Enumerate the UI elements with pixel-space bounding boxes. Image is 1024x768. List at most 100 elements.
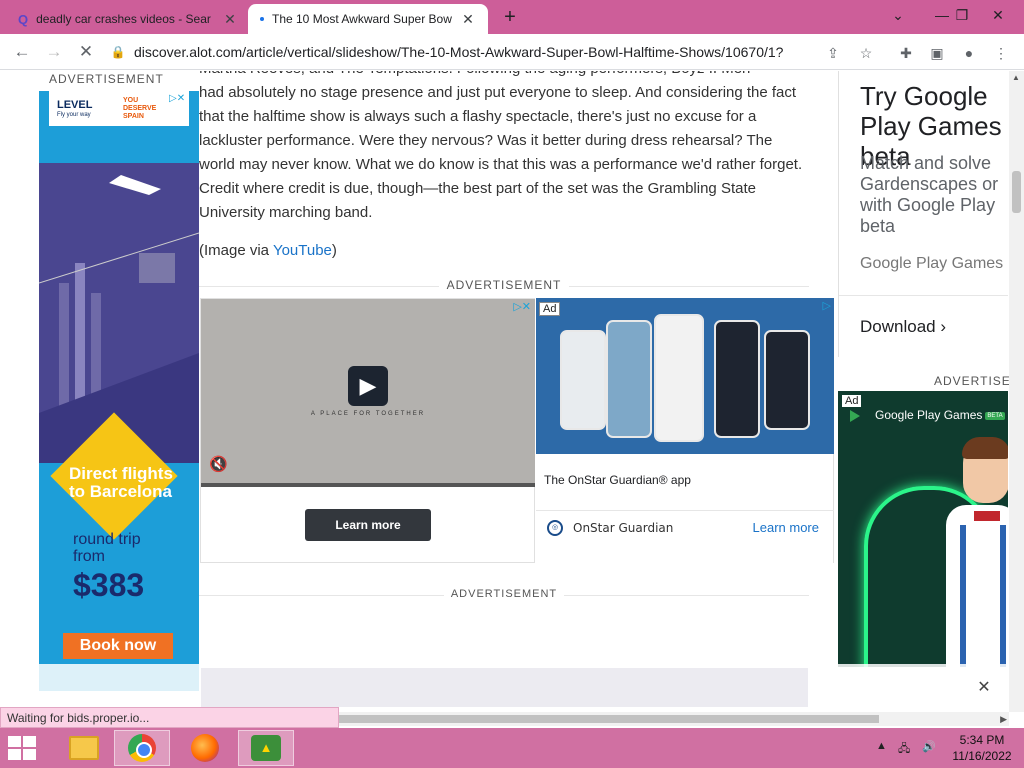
image-caption: (Image via YouTube) — [199, 239, 809, 263]
show-hidden-icons-chevron-icon[interactable]: ▲ — [876, 740, 887, 752]
ad-description: Match and solve Gardenscapes or with Goo… — [860, 153, 1008, 237]
page-content: ADVERTISEMENT LEVEL Fly your way YOU DES… — [0, 71, 1024, 707]
butler-shirt — [946, 505, 1008, 667]
video-brand-line: A PLACE FOR TOGETHER — [310, 411, 426, 417]
ad-title[interactable]: The OnStar Guardian® app — [544, 473, 691, 487]
brand-name: Google Play Games — [875, 408, 983, 422]
phone-screen — [560, 330, 606, 430]
scroll-thumb[interactable] — [1012, 171, 1021, 213]
caption-suffix: ) — [331, 242, 337, 259]
suspender — [960, 525, 966, 667]
video-progress-bar[interactable] — [201, 483, 535, 487]
scroll-up-arrow-icon[interactable]: ▲ — [1012, 73, 1020, 82]
bookmark-star-icon[interactable]: ☆ — [855, 42, 877, 64]
ad-headline: Direct flights to Barcelona — [69, 464, 173, 501]
network-icon[interactable]: 🖧 — [898, 740, 910, 759]
muted-speaker-icon[interactable]: 🔇 — [209, 455, 228, 473]
learn-more-button[interactable]: Learn more — [305, 509, 431, 541]
loading-favicon-icon — [260, 17, 264, 21]
download-label: Download — [860, 317, 936, 336]
clock-time: 5:34 PM — [959, 733, 1005, 747]
phone-screen — [654, 314, 704, 442]
ad-badge: Ad — [842, 395, 862, 407]
profile-avatar-icon[interactable]: ● — [958, 42, 980, 64]
google-play-text-ad[interactable]: Try Google Play Games beta Match and sol… — [838, 71, 1008, 357]
extensions-puzzle-icon[interactable]: ✚ — [895, 42, 917, 64]
bow-tie — [974, 511, 1000, 521]
forward-button[interactable]: → — [42, 40, 66, 64]
share-icon[interactable]: ⇪ — [822, 42, 844, 64]
ad-label: ADVERTISEMENT — [199, 588, 809, 600]
butler-hair — [962, 437, 1008, 459]
lock-icon[interactable]: 🔒 — [108, 45, 128, 59]
firefox-icon — [191, 734, 219, 762]
back-button[interactable]: ← — [10, 40, 34, 64]
level-logo: LEVEL — [57, 99, 93, 111]
tab-search-chevron-icon[interactable]: ⌄ — [880, 0, 916, 30]
phone-screen — [606, 320, 652, 438]
app-screens-banner — [536, 298, 834, 454]
spain-logo: YOU DESERVE SPAIN — [123, 97, 157, 120]
menu-kebab-icon[interactable]: ⋮ — [990, 42, 1012, 64]
level-tagline: Fly your way — [57, 112, 91, 118]
vertical-scrollbar[interactable]: ▲ — [1009, 71, 1024, 712]
article-body: Martha Reeves, and The Temptations. Foll… — [199, 71, 809, 263]
game-taskbar-button[interactable]: ▲ — [238, 730, 294, 766]
new-tab-button[interactable]: + — [498, 6, 522, 30]
address-bar[interactable]: 🔒 discover.alot.com/article/vertical/sli… — [108, 38, 888, 66]
windows-start-button[interactable] — [8, 736, 38, 760]
close-tab-icon[interactable]: ✕ — [460, 11, 476, 28]
chrome-taskbar-button[interactable] — [114, 730, 170, 766]
ad-label: ADVERTISE — [934, 374, 1011, 388]
download-button[interactable]: Download › — [860, 317, 946, 337]
onstar-logo-icon: ◎ — [547, 520, 563, 536]
suspender — [1000, 525, 1006, 667]
folder-icon — [69, 736, 99, 760]
play-icon[interactable]: ▶ — [348, 366, 388, 406]
side-panel-icon[interactable]: ▣ — [926, 42, 948, 64]
scroll-right-arrow-icon[interactable]: ▶ — [1000, 712, 1007, 726]
stop-loading-button[interactable]: ✕ — [74, 40, 98, 64]
adchoices-icon[interactable]: ▷✕ — [513, 300, 531, 313]
youtube-link[interactable]: YouTube — [273, 242, 332, 259]
adchoices-icon[interactable]: ▷ — [823, 299, 831, 312]
ad-label: ADVERTISEMENT — [199, 278, 809, 292]
scroll-thumb[interactable] — [339, 715, 879, 723]
ad-price: $383 — [73, 567, 145, 603]
tab-article[interactable]: The 10 Most Awkward Super Bow ✕ — [248, 4, 488, 34]
divider — [536, 510, 834, 511]
phone-screen — [764, 330, 810, 430]
tab-title: deadly car crashes videos - Sear — [36, 12, 211, 26]
ad-roundtrip-text: round trip from — [73, 531, 141, 565]
status-bar: Waiting for bids.proper.io... — [0, 707, 339, 728]
phone-screen — [714, 320, 760, 438]
close-window-button[interactable]: ✕ — [980, 0, 1016, 30]
clock-date: 11/16/2022 — [952, 749, 1012, 763]
url-text[interactable]: discover.alot.com/article/vertical/slide… — [134, 44, 784, 60]
video-ad[interactable]: ▶ A PLACE FOR TOGETHER 🔇 ▷✕ Learn more — [200, 298, 535, 563]
close-tab-icon[interactable]: ✕ — [222, 11, 238, 28]
chevron-right-icon: › — [940, 317, 947, 336]
google-play-games-ad[interactable]: Ad Google Play Games BETA — [838, 391, 1008, 667]
level-airline-ad[interactable]: LEVEL Fly your way YOU DESERVE SPAIN ▷✕ … — [39, 91, 199, 691]
onstar-ad[interactable]: Ad ▷ The OnStar Guardian® app ◎ OnStar G… — [536, 298, 834, 563]
ad-label: ADVERTISEMENT — [49, 72, 164, 86]
file-explorer-button[interactable] — [56, 730, 112, 766]
tab-title: The 10 Most Awkward Super Bow — [272, 12, 452, 26]
game-app-icon: ▲ — [251, 735, 281, 761]
butler-character — [938, 437, 1008, 667]
volume-icon[interactable]: 🔊 — [922, 740, 936, 753]
tab-search[interactable]: Q deadly car crashes videos - Sear ✕ — [8, 4, 248, 34]
learn-more-link[interactable]: Learn more — [753, 520, 819, 535]
ad-brand: Google Play Games BETA — [875, 408, 1005, 422]
restore-button[interactable]: ❐ — [944, 0, 980, 30]
horizontal-scrollbar[interactable]: ▶ — [339, 712, 1009, 726]
firefox-taskbar-button[interactable] — [177, 730, 233, 766]
close-ad-icon[interactable]: ✕ — [973, 677, 995, 699]
book-now-button[interactable]: Book now — [63, 633, 173, 659]
sticky-ad-slot[interactable] — [201, 668, 808, 707]
tab-strip: Q deadly car crashes videos - Sear ✕ The… — [0, 0, 1024, 34]
adchoices-icon[interactable]: ▷✕ — [169, 93, 185, 104]
article-paragraph: had absolutely no stage presence and jus… — [199, 84, 803, 221]
system-clock[interactable]: 5:34 PM 11/16/2022 — [944, 732, 1020, 764]
